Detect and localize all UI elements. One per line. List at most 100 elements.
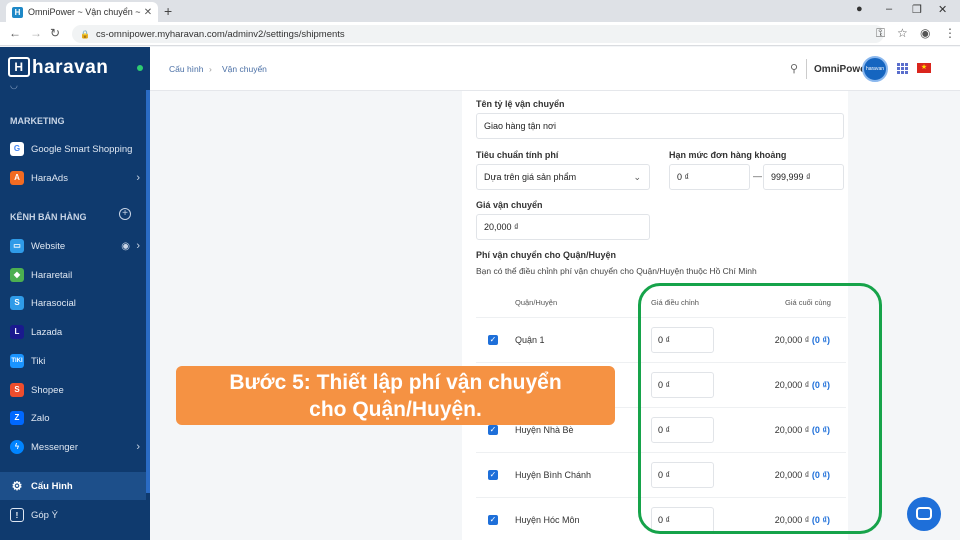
chevron-right-icon: › [136, 441, 140, 453]
url-text: cs-omnipower.myharavan.com/adminv2/setti… [95, 28, 345, 40]
messenger-icon: ϟ [10, 440, 24, 454]
sidebar-item-hararetail[interactable]: ◆ Hararetail [0, 261, 146, 289]
row-checkbox[interactable]: ✓ [488, 425, 498, 435]
account-icon[interactable]: ◉ [920, 26, 930, 40]
sidebar-item-label: Shopee [31, 384, 64, 396]
sidebar-item-label: Google Smart Shopping [31, 143, 133, 155]
new-tab-icon[interactable]: + [164, 3, 172, 19]
callout-line-1: Bước 5: Thiết lập phí vận chuyển [229, 371, 562, 394]
sidebar-item-label: Hararetail [31, 269, 73, 281]
vietnam-flag-icon[interactable]: ★ [917, 63, 931, 73]
sidebar-item-settings[interactable]: ⚙ Cấu Hình [0, 472, 146, 500]
highlight-ring [638, 283, 882, 534]
sidebar-item-zalo[interactable]: Z Zalo [0, 404, 146, 432]
row-checkbox[interactable]: ✓ [488, 515, 498, 525]
hararetail-icon: ◆ [10, 268, 24, 282]
rate-name-input[interactable]: Giao hàng tận nơi [476, 113, 844, 139]
row-district-name: Quận 1 [515, 335, 545, 345]
price-input[interactable]: 20,000 ₫ [476, 214, 650, 240]
section-marketing: MARKETING [10, 116, 65, 126]
collapse-arrow-icon[interactable]: ◡ [10, 80, 18, 91]
tab-title: OmniPower ~ Vận chuyển ~ Har [28, 7, 142, 17]
feedback-icon: ! [10, 508, 24, 522]
google-icon: G [10, 142, 24, 156]
row-checkbox[interactable]: ✓ [488, 470, 498, 480]
harasocial-icon: S [10, 296, 24, 310]
zalo-icon: Z [10, 411, 24, 425]
chevron-down-icon: ⌄ [633, 171, 641, 182]
menu-icon[interactable]: ⋮ [944, 26, 956, 40]
eye-icon[interactable]: ◉ [121, 241, 130, 252]
address-bar: ← → ↻ 🔒 cs-omnipower.myharavan.com/admin… [0, 22, 960, 46]
sidebar-item-website[interactable]: ▭ Website ◉ › [0, 232, 146, 260]
apps-grid-icon[interactable] [897, 63, 908, 74]
avatar-text: haravan [865, 66, 885, 72]
sidebar-item-messenger[interactable]: ϟ Messenger › [0, 433, 146, 461]
star-icon[interactable]: ☆ [897, 26, 908, 40]
sidebar-item-shopee[interactable]: S Shopee [0, 376, 146, 404]
callout-line-2: cho Quận/Huyện. [309, 398, 482, 421]
sidebar-item-label: Lazada [31, 326, 63, 338]
breadcrumb-settings[interactable]: Cấu hình [169, 64, 204, 74]
reload-icon[interactable]: ↻ [50, 26, 60, 40]
header-divider [806, 59, 807, 79]
haravan-logo-icon: H [8, 57, 30, 77]
sidebar-scrollbar[interactable] [146, 90, 150, 493]
browser-tab-bar: H OmniPower ~ Vận chuyển ~ Har ✕ + ● – ❐… [0, 0, 960, 22]
row-district-name: Huyện Nhà Bè [515, 425, 574, 435]
range-max-input[interactable]: 999,999 ₫ [763, 164, 844, 190]
row-district-name: Huyện Bình Chánh [515, 470, 592, 480]
close-window-icon[interactable]: ✕ [938, 3, 947, 16]
sidebar-item-label: Harasocial [31, 297, 76, 309]
tutorial-callout: Bước 5: Thiết lập phí vận chuyển cho Quậ… [176, 366, 615, 425]
logo-text: haravan [32, 57, 109, 78]
sidebar-item-feedback[interactable]: ! Góp Ý [0, 501, 146, 529]
profile-dot-icon[interactable]: ● [856, 3, 863, 15]
sidebar-item-label: Zalo [31, 412, 50, 424]
browser-tab[interactable]: H OmniPower ~ Vận chuyển ~ Har ✕ [6, 2, 158, 22]
row-checkbox[interactable]: ✓ [488, 335, 498, 345]
criteria-value: Dựa trên giá sản phẩm [484, 172, 577, 182]
breadcrumb-shipping[interactable]: Vận chuyển [222, 64, 267, 74]
haravan-favicon-icon: H [12, 6, 23, 18]
shopee-icon: S [10, 383, 24, 397]
range-min-input[interactable]: 0 ₫ [669, 164, 750, 190]
sidebar-item-label: Tiki [31, 355, 46, 367]
sidebar-item-label: Góp Ý [31, 509, 58, 521]
haraads-icon: A [10, 171, 24, 185]
back-icon[interactable]: ← [9, 26, 21, 40]
forward-icon[interactable]: → [30, 26, 42, 40]
criteria-select[interactable]: Dựa trên giá sản phẩm ⌄ [476, 164, 650, 190]
tiki-icon: TIKI [10, 354, 24, 368]
section-sales-channels: KÊNH BÁN HÀNG [10, 212, 87, 222]
search-icon[interactable]: ⚲ [790, 62, 798, 75]
website-icon: ▭ [10, 239, 24, 253]
chat-button[interactable] [907, 497, 941, 531]
chevron-right-icon: › [136, 172, 140, 184]
sidebar-item-lazada[interactable]: L Lazada [0, 318, 146, 346]
online-status-icon [137, 65, 143, 71]
lock-icon: 🔒 [80, 29, 90, 39]
breadcrumb-separator-icon: › [209, 64, 212, 74]
sidebar: Hharavan ◡ MARKETING G Google Smart Shopp… [0, 47, 150, 540]
col-district-header: Quận/Huyện [515, 298, 558, 307]
sidebar-item-haraads[interactable]: A HaraAds › [0, 164, 146, 192]
maximize-icon[interactable]: ❐ [912, 3, 922, 16]
url-field[interactable]: 🔒 cs-omnipower.myharavan.com/adminv2/set… [72, 25, 884, 43]
add-channel-icon[interactable]: + [119, 208, 131, 220]
avatar[interactable]: haravan [862, 56, 888, 82]
sidebar-item-label: Cấu Hình [31, 480, 73, 492]
sidebar-item-tiki[interactable]: TIKI Tiki [0, 347, 146, 375]
sidebar-item-label: Website [31, 240, 66, 252]
range-label: Hạn mức đơn hàng khoảng [669, 150, 787, 160]
sidebar-item-google-smart-shopping[interactable]: G Google Smart Shopping [0, 135, 146, 163]
rate-name-label: Tên tỷ lệ vận chuyển [476, 99, 565, 109]
row-district-name: Huyện Hóc Môn [515, 515, 580, 525]
chat-icon [916, 507, 932, 520]
close-tab-icon[interactable]: ✕ [142, 7, 154, 18]
sidebar-item-harasocial[interactable]: S Harasocial [0, 289, 146, 317]
haravan-logo[interactable]: Hharavan [8, 57, 108, 79]
minimize-icon[interactable]: – [886, 3, 892, 15]
district-section-desc: Bạn có thể điều chỉnh phí vận chuyển cho… [476, 266, 757, 276]
key-icon[interactable]: ⚿ [876, 26, 885, 41]
